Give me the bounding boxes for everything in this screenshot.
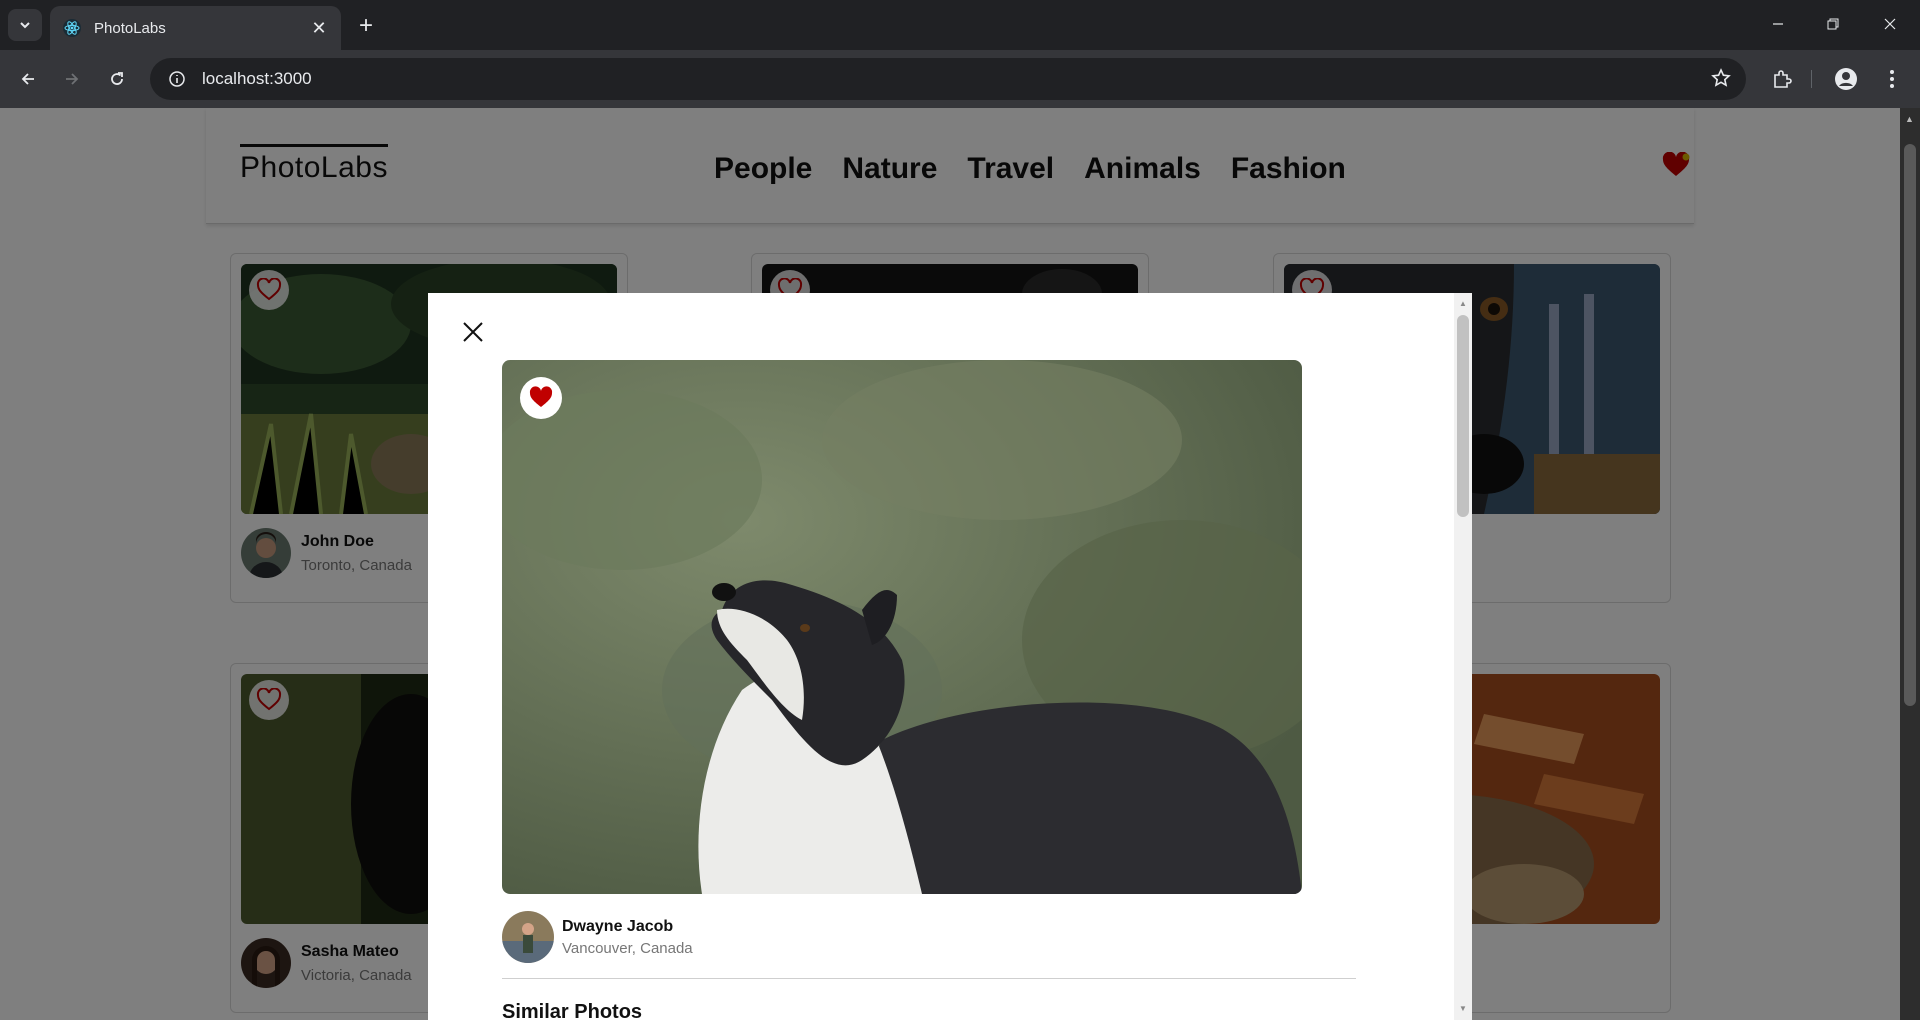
forward-button[interactable] bbox=[56, 63, 88, 95]
close-icon bbox=[463, 322, 483, 342]
menu-button[interactable] bbox=[1876, 63, 1908, 95]
modal-favourite-button[interactable] bbox=[520, 377, 562, 419]
toolbar-divider bbox=[1811, 70, 1812, 88]
restore-icon bbox=[1827, 18, 1839, 30]
browser-tab-bar: PhotoLabs ✕ + bbox=[0, 0, 1920, 50]
back-button[interactable] bbox=[12, 63, 44, 95]
modal-photo-user: Dwayne Jacob Vancouver, Canada bbox=[502, 911, 693, 963]
bookmark-star-icon[interactable] bbox=[1710, 67, 1732, 94]
photolabs-page: PhotoLabs People Nature Travel Animals F… bbox=[0, 108, 1900, 1020]
user-location: Vancouver, Canada bbox=[562, 939, 693, 957]
page-viewport: PhotoLabs People Nature Travel Animals F… bbox=[0, 108, 1920, 1020]
user-name: Dwayne Jacob bbox=[562, 917, 674, 935]
extensions-button[interactable] bbox=[1766, 63, 1798, 95]
site-info-icon[interactable] bbox=[164, 66, 190, 92]
photo-details-modal: Dwayne Jacob Vancouver, Canada Similar P… bbox=[428, 293, 1472, 1020]
page-scrollbar-thumb[interactable] bbox=[1904, 144, 1916, 706]
puzzle-icon bbox=[1774, 70, 1792, 88]
minimize-button[interactable] bbox=[1758, 8, 1798, 40]
modal-divider bbox=[502, 978, 1356, 979]
url-text: localhost:3000 bbox=[202, 69, 312, 88]
chevron-down-icon bbox=[20, 22, 30, 29]
page-scrollbar[interactable]: ▲ bbox=[1900, 108, 1920, 1020]
heart-filled-icon bbox=[529, 386, 553, 407]
close-icon bbox=[1884, 18, 1896, 30]
modal-scrollbar-thumb[interactable] bbox=[1457, 315, 1469, 517]
scroll-down-arrow-icon[interactable]: ▼ bbox=[1458, 1004, 1468, 1014]
arrow-left-icon bbox=[21, 73, 34, 85]
restore-button[interactable] bbox=[1813, 8, 1853, 40]
reload-button[interactable] bbox=[101, 63, 133, 95]
tab-search-button[interactable] bbox=[8, 9, 42, 41]
tab-close-icon[interactable]: ✕ bbox=[309, 18, 329, 38]
profile-icon bbox=[1835, 68, 1857, 90]
profile-button[interactable] bbox=[1830, 63, 1862, 95]
tab-title: PhotoLabs bbox=[94, 19, 166, 37]
arrow-right-icon bbox=[66, 73, 79, 85]
kebab-menu-icon bbox=[1890, 70, 1894, 88]
scroll-up-arrow-icon[interactable]: ▲ bbox=[1458, 299, 1468, 309]
new-tab-button[interactable]: + bbox=[352, 12, 380, 40]
browser-tab[interactable]: PhotoLabs ✕ bbox=[50, 6, 341, 50]
reload-icon bbox=[111, 72, 123, 85]
close-window-button[interactable] bbox=[1870, 8, 1910, 40]
modal-scrollbar[interactable]: ▲ ▼ bbox=[1454, 293, 1472, 1020]
address-bar[interactable]: localhost:3000 bbox=[150, 58, 1746, 100]
minimize-icon bbox=[1773, 23, 1783, 25]
react-icon bbox=[63, 19, 81, 37]
similar-photos-heading: Similar Photos bbox=[502, 1001, 643, 1020]
scroll-up-arrow-icon[interactable]: ▲ bbox=[1905, 114, 1914, 124]
modal-close-button[interactable] bbox=[456, 315, 490, 349]
modal-photo bbox=[502, 360, 1302, 894]
avatar bbox=[502, 911, 554, 963]
browser-toolbar: localhost:3000 bbox=[0, 50, 1920, 108]
